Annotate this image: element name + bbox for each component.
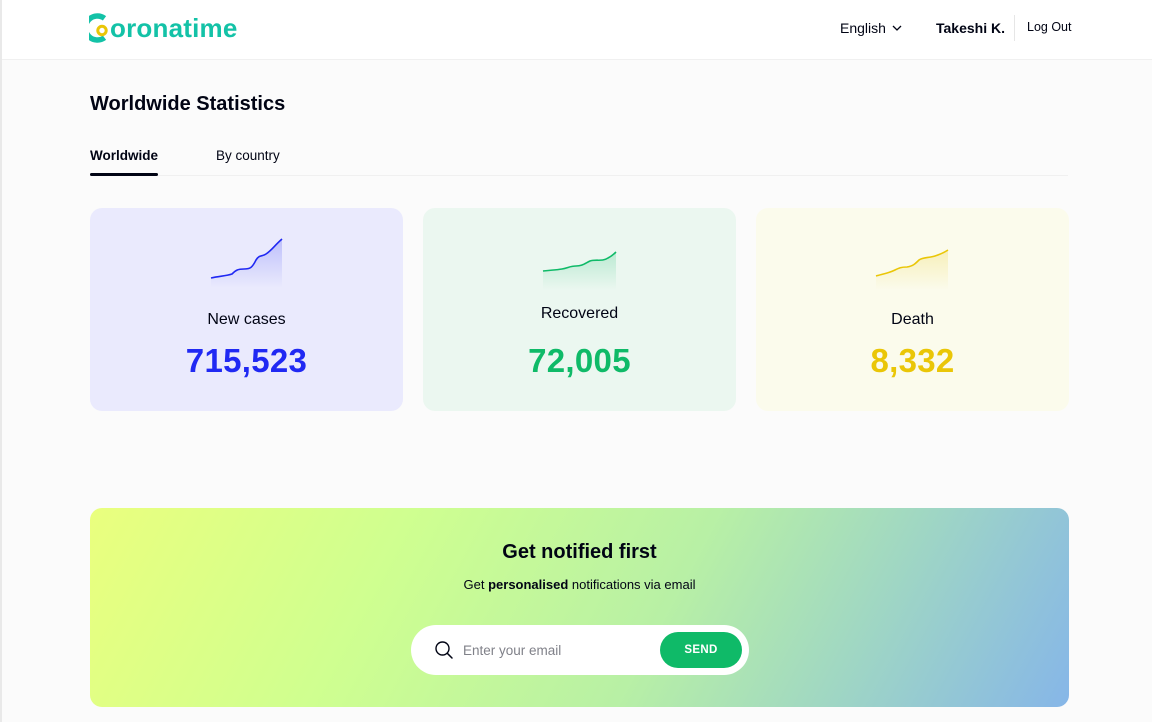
tab-worldwide[interactable]: Worldwide (90, 148, 159, 176)
logo-text: oronatime (110, 12, 238, 43)
header: oronatime English Takeshi K. Log Out (2, 0, 1152, 60)
chevron-down-icon (892, 25, 902, 31)
stat-label-recovered: Recovered (540, 305, 619, 322)
stat-label-new-cases: New cases (207, 311, 286, 328)
page-title: Worldwide Statistics (90, 93, 286, 115)
stat-card-recovered: Recovered 72,005 (423, 208, 736, 411)
logo[interactable]: oronatime (89, 11, 237, 45)
language-label: English (840, 20, 886, 36)
notify-subtitle: Get personalised notifications via email (90, 577, 1069, 592)
email-form: SEND (411, 625, 749, 675)
death-trend-icon (875, 249, 949, 290)
notify-sub-bold: personalised (488, 577, 569, 592)
notify-sub-before: Get (463, 577, 489, 592)
email-input[interactable] (463, 639, 643, 661)
language-dropdown[interactable]: English (840, 20, 902, 36)
coronatime-logo-icon (89, 13, 108, 43)
stat-value-death: 8,332 (870, 342, 955, 379)
stat-card-new-cases: New cases 715,523 (90, 208, 403, 411)
notify-title: Get notified first (502, 541, 657, 563)
stat-value-recovered: 72,005 (528, 342, 631, 379)
stat-label-death: Death (891, 311, 934, 328)
new-cases-trend-icon (210, 238, 283, 288)
notify-banner: Get notified first Get personalised noti… (90, 508, 1069, 707)
user-name: Takeshi K. (936, 20, 1005, 36)
stat-value-new-cases: 715,523 (185, 342, 308, 379)
stat-card-death: Death 8,332 (756, 208, 1069, 411)
logout-button[interactable]: Log Out (1027, 20, 1071, 34)
notify-sub-after: notifications via email (568, 577, 696, 592)
send-button[interactable]: SEND (660, 632, 742, 668)
tab-by-country[interactable]: By country (216, 148, 280, 163)
tabs: Worldwide By country (90, 145, 1068, 176)
recovered-trend-icon (542, 251, 617, 290)
header-divider (1014, 15, 1015, 41)
search-icon (435, 641, 453, 659)
